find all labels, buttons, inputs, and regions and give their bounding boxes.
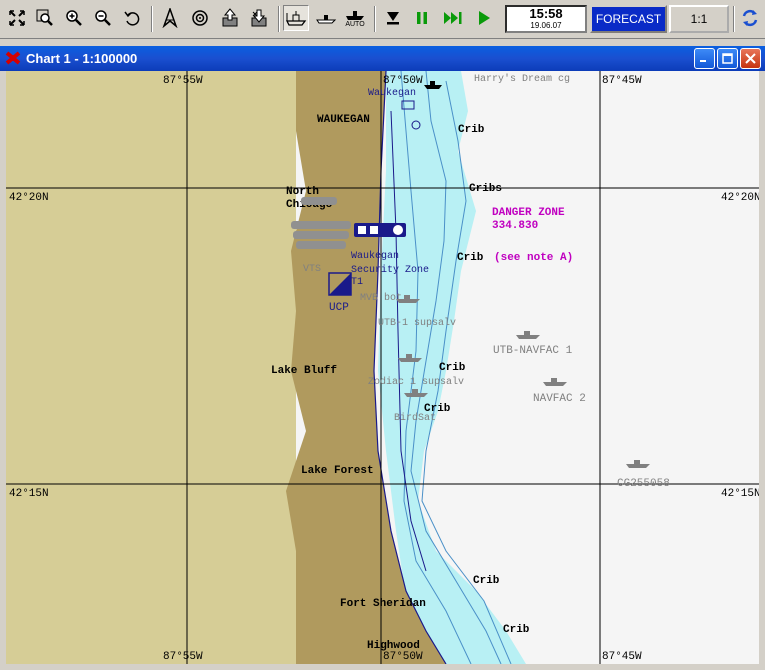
ship-mode-icon (285, 11, 307, 26)
close-button[interactable] (740, 48, 761, 69)
pause-button[interactable] (409, 5, 435, 31)
play-icon (479, 11, 490, 25)
zoom-out-icon (95, 10, 111, 26)
chart-window-titlebar[interactable]: Chart 1 - 1:100000 (0, 46, 765, 71)
zoom-in-button[interactable] (61, 5, 87, 31)
harbor-cluster-icon[interactable] (354, 223, 406, 237)
vessel-label-t1: T1 (351, 277, 363, 288)
zoom-window-button[interactable] (32, 5, 58, 31)
vessel-label-ucp: UCP (329, 302, 349, 314)
chart-app-icon (5, 51, 21, 65)
place-north: North (286, 186, 319, 198)
fast-forward-icon (444, 12, 462, 24)
toolbar-separator (278, 6, 280, 32)
target-icon (192, 10, 208, 26)
auto-label: AUTO (345, 20, 365, 28)
crib-label: Crib (458, 124, 485, 136)
vessel-label-vts: VTS (303, 264, 321, 275)
crib-label: Crib (457, 252, 484, 264)
lat-label-lower-left: 42°15N (9, 488, 49, 500)
lat-label-lower-right: 42°15N (721, 488, 759, 500)
fit-all-icon (9, 10, 25, 26)
place-lake-bluff: Lake Bluff (271, 365, 337, 377)
crib-label: Crib (439, 362, 466, 374)
sync-button[interactable] (737, 5, 763, 31)
undo-icon (124, 11, 140, 26)
main-toolbar: AUTO 15:58 19.06.07 FORECAST 1:1 (0, 0, 765, 39)
place-waukegan: WAUKEGAN (317, 114, 370, 126)
close-icon (745, 53, 756, 64)
export-button[interactable] (217, 5, 243, 31)
minimize-icon (700, 60, 706, 62)
chart-canvas[interactable]: 87°55W 87°50W 87°45W 87°55W 87°50W 87°45… (6, 71, 759, 664)
crib-label: Crib (503, 624, 530, 636)
vessel-label-waukegan: Waukegan (368, 87, 416, 99)
import-button[interactable] (246, 5, 272, 31)
clock-time: 15:58 (529, 6, 563, 21)
vessel-label-bird: BirdSat (394, 412, 436, 424)
north-arrow-icon (162, 8, 178, 28)
lon-label-top-mid: 87°50W (383, 75, 423, 87)
vessel-label-mvb: MVB bot (360, 292, 402, 304)
record-button[interactable] (380, 5, 406, 31)
nautical-chart: 87°55W 87°50W 87°45W 87°55W 87°50W 87°45… (6, 71, 759, 664)
vessel-label-waukegan-2: Waukegan (351, 250, 399, 262)
fit-all-button[interactable] (4, 5, 30, 31)
lat-label-upper-right: 42°20N (721, 192, 759, 204)
vessel-label-navfac2: NAVFAC 2 (533, 393, 586, 405)
lon-label-top-left: 87°55W (163, 75, 203, 87)
zoom-window-icon (36, 9, 53, 26)
scale-button[interactable]: 1:1 (669, 5, 729, 33)
danger-zone-note: (see note A) (494, 252, 573, 264)
danger-zone-title: DANGER ZONE (492, 207, 565, 219)
vessel-label-harrys-dream: Harry's Dream cg (474, 73, 570, 85)
crib-label: Crib (473, 575, 500, 587)
lon-label-top-right: 87°45W (602, 75, 642, 87)
pause-icon (417, 12, 427, 24)
danger-zone-frequency: 334.830 (492, 220, 538, 232)
auto-icon (346, 10, 364, 20)
fast-forward-button[interactable] (440, 5, 466, 31)
lon-label-bottom-left: 87°55W (163, 651, 203, 663)
sync-icon (742, 9, 758, 27)
forecast-button[interactable]: FORECAST (590, 5, 667, 33)
vessel-label-security-zone: Security Zone (351, 264, 429, 276)
toolbar-separator (151, 6, 153, 32)
toolbar-separator (733, 6, 735, 32)
crib-label: Cribs (469, 183, 502, 195)
auto-button[interactable]: AUTO (342, 5, 368, 31)
ship-track-icon (316, 15, 337, 24)
lat-label-upper-left: 42°20N (9, 192, 49, 204)
place-fort-sheridan: Fort Sheridan (340, 598, 426, 610)
import-icon (251, 9, 267, 27)
land-light-area (6, 71, 296, 664)
zoom-out-button[interactable] (90, 5, 116, 31)
down-arrow-icon (387, 12, 399, 25)
clock-date: 19.06.07 (530, 21, 562, 30)
maximize-icon (722, 53, 733, 64)
ship-track-button[interactable] (313, 5, 339, 31)
vessel-label-utb1: UTB-1 supsalv (378, 317, 456, 329)
minimize-button[interactable] (694, 48, 715, 69)
vessel-label-zodiac: Zodiac 1 supsalv (368, 376, 464, 388)
zoom-in-icon (66, 10, 82, 26)
undo-view-button[interactable] (119, 5, 145, 31)
place-lake-forest: Lake Forest (301, 465, 374, 477)
chart-window-title: Chart 1 - 1:100000 (26, 51, 138, 66)
vessel-label-utb-navfac: UTB-NAVFAC 1 (493, 345, 573, 357)
maximize-button[interactable] (717, 48, 738, 69)
chart-window: Chart 1 - 1:100000 87°55W 87°50W 87°45W … (0, 46, 765, 670)
toolbar-separator (374, 6, 376, 32)
lon-label-bottom-mid: 87°50W (383, 651, 423, 663)
place-highwood: Highwood (367, 640, 420, 652)
play-button[interactable] (471, 5, 497, 31)
vessel-label-cg: CG255058 (617, 478, 670, 490)
ship-mode-button[interactable] (283, 5, 309, 31)
center-vessel-button[interactable] (187, 5, 213, 31)
lon-label-bottom-right: 87°45W (602, 651, 642, 663)
export-icon (222, 8, 238, 27)
clock-display: 15:58 19.06.07 (505, 5, 587, 33)
north-up-button[interactable] (157, 5, 183, 31)
